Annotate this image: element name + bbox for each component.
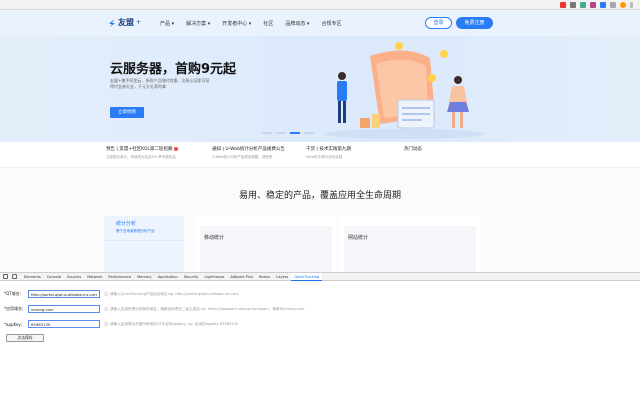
hero-title: 云服务器，首购9元起 [110,62,237,77]
logo-icon [109,18,115,27]
register-button[interactable]: 免费注册 [456,17,493,29]
news-subtitle: View的卡顿与优化实践 [306,155,343,159]
hot-badge-icon [173,146,178,151]
device-toggle-icon[interactable] [12,274,17,279]
news-item[interactable]: 热门动态 [404,146,422,152]
tab-memory[interactable]: Memory [134,273,155,281]
appkey-hint: 注: 请输入应用埋点页面所使用的QT平台的appKey, eg. 应用的appK… [104,321,239,326]
browser-extension-icon[interactable] [610,2,616,8]
tab-redux[interactable]: Redux [256,273,273,281]
hero-banner: 云服务器，首购9元起 友盟+携手阿里云，多款产品限时特惠，注册认证即可获得代金券… [0,36,640,142]
hero-cta-button[interactable]: 立即抢购 [110,107,144,118]
carousel-indicators [262,132,314,134]
browser-extension-icon[interactable] [570,2,576,8]
news-subtitle: 立即报名参与，申请成为社区KOL享专属权益 [106,155,176,159]
appkey-input[interactable] [28,320,100,328]
products-section: 易用、稳定的产品，覆盖应用全生命周期 统计分析 基于全场景数据分析产品 移动统计… [0,168,640,272]
qt-domain-hint: 注: 请输入QuickTracking产品后台域名 eg. http://por… [104,291,239,296]
browser-toolbar [0,0,640,10]
appkey-label: *appKey: [4,321,22,327]
product-card-inner [200,226,332,272]
login-button[interactable]: 登录 [425,17,452,29]
logo[interactable]: 友盟 + [108,17,141,28]
news-title: 干货 | 技术实践第九期 [306,147,351,152]
form-row-qt-domain: *QT域名: 注: 请输入QuickTracking产品后台域名 eg. htt… [4,290,239,298]
tab-adblock-plus[interactable]: Adblock Plus [227,273,256,281]
product-card-title: 网站统计 [348,235,369,241]
app-domain-hint: 注: 请输入应用所埋点页面的域名，请精准到项目二级主域名 eg. https:/… [104,306,305,311]
hero-description: 友盟+携手阿里云，多款产品限时特惠，注册认证即可获得代金券礼金，千元大礼等你拿 [110,78,210,89]
nav-item-brand-news[interactable]: 品牌动态 ▾ [285,20,309,27]
product-card-web-stats[interactable]: 网站统计 [340,216,480,272]
browser-extension-icon[interactable] [560,2,566,8]
nav-item-community[interactable]: 社区 [263,20,273,27]
divider [104,240,184,241]
hero-illustration [325,42,485,139]
devtools-panel: Elements Console Sources Network Perform… [0,272,640,400]
devtools-tabbar: Elements Console Sources Network Perform… [0,272,640,281]
news-title: 热门动态 [404,147,422,152]
app-domain-input[interactable] [28,305,100,313]
news-title: 预告 | 友盟+社区KOL第二轮招募 [106,146,178,152]
logo-plus: + [136,19,142,26]
product-card-mobile-stats[interactable]: 移动统计 [196,216,336,272]
form-row-appkey: *appKey: 注: 请输入应用埋点页面所使用的QT平台的appKey, eg… [4,320,238,328]
product-card-title: 移动统计 [204,235,225,241]
category-title: 统计分析 [116,221,137,227]
news-item[interactable]: 通知 | U-Web统计分析产品规费公告 U-Web统计分析产品规费调整，请知悉 [212,146,285,160]
news-item[interactable]: 预告 | 友盟+社区KOL第二轮招募 立即报名参与，申请成为社区KOL享专属权益 [106,146,178,160]
browser-extension-icon[interactable] [580,2,586,8]
profile-avatar-icon[interactable] [620,2,626,8]
news-item[interactable]: 干货 | 技术实践第九期 View的卡顿与优化实践 [306,146,351,160]
tab-security[interactable]: Security [181,273,202,281]
app-domain-label: *应用域名: [4,306,24,311]
nav-item-products[interactable]: 产品 ▾ [160,20,174,27]
qt-domain-label: *QT域名: [4,291,21,296]
section-title: 易用、稳定的产品，覆盖应用全生命周期 [238,191,401,201]
tab-performance[interactable]: Performance [105,273,134,281]
save-button[interactable]: 点击保存 [6,334,44,342]
qt-domain-input[interactable] [28,290,100,298]
product-category-active[interactable]: 统计分析 基于全场景数据分析产品 [104,216,184,272]
nav-item-solutions[interactable]: 解决方案 ▾ [186,20,210,27]
browser-extension-icon[interactable] [600,2,606,8]
main-nav: 产品 ▾ 解决方案 ▾ 开发者中心 ▾ 社区 品牌动态 ▾ 合规专区 [160,20,341,27]
tab-console[interactable]: Console [44,273,64,281]
carousel-dot[interactable] [276,132,286,134]
tab-layers[interactable]: Layers [273,273,291,281]
tab-application[interactable]: Application [155,273,181,281]
carousel-dot[interactable] [304,132,314,134]
browser-extension-icon[interactable] [590,2,596,8]
tab-elements[interactable]: Elements [21,273,44,281]
inspect-icon[interactable] [3,274,8,279]
logo-text: 友盟 [118,18,134,27]
site-header: 友盟 + 产品 ▾ 解决方案 ▾ 开发者中心 ▾ 社区 品牌动态 ▾ 合规专区 … [0,10,640,36]
news-strip: 预告 | 友盟+社区KOL第二轮招募 立即报名参与，申请成为社区KOL享专属权益… [0,142,640,168]
form-row-app-domain: *应用域名: 注: 请输入应用所埋点页面的域名，请精准到项目二级主域名 eg. … [4,305,304,313]
tab-network[interactable]: Network [84,273,105,281]
news-subtitle: U-Web统计分析产品规费调整，请知悉 [212,155,273,159]
menu-icon[interactable] [630,2,633,8]
category-subtitle: 基于全场景数据分析产品 [116,229,155,233]
tab-quicktracking[interactable]: QuickTracking [291,272,323,281]
news-title: 通知 | U-Web统计分析产品规费公告 [212,147,285,152]
tab-sources[interactable]: Sources [64,273,84,281]
tab-lighthouse[interactable]: Lighthouse [202,273,228,281]
nav-item-developer[interactable]: 开发者中心 ▾ [222,20,251,27]
product-card-inner [344,226,476,272]
nav-item-compliance[interactable]: 合规专区 [321,20,341,27]
carousel-dot[interactable] [262,132,272,134]
carousel-dot-active[interactable] [290,132,300,134]
